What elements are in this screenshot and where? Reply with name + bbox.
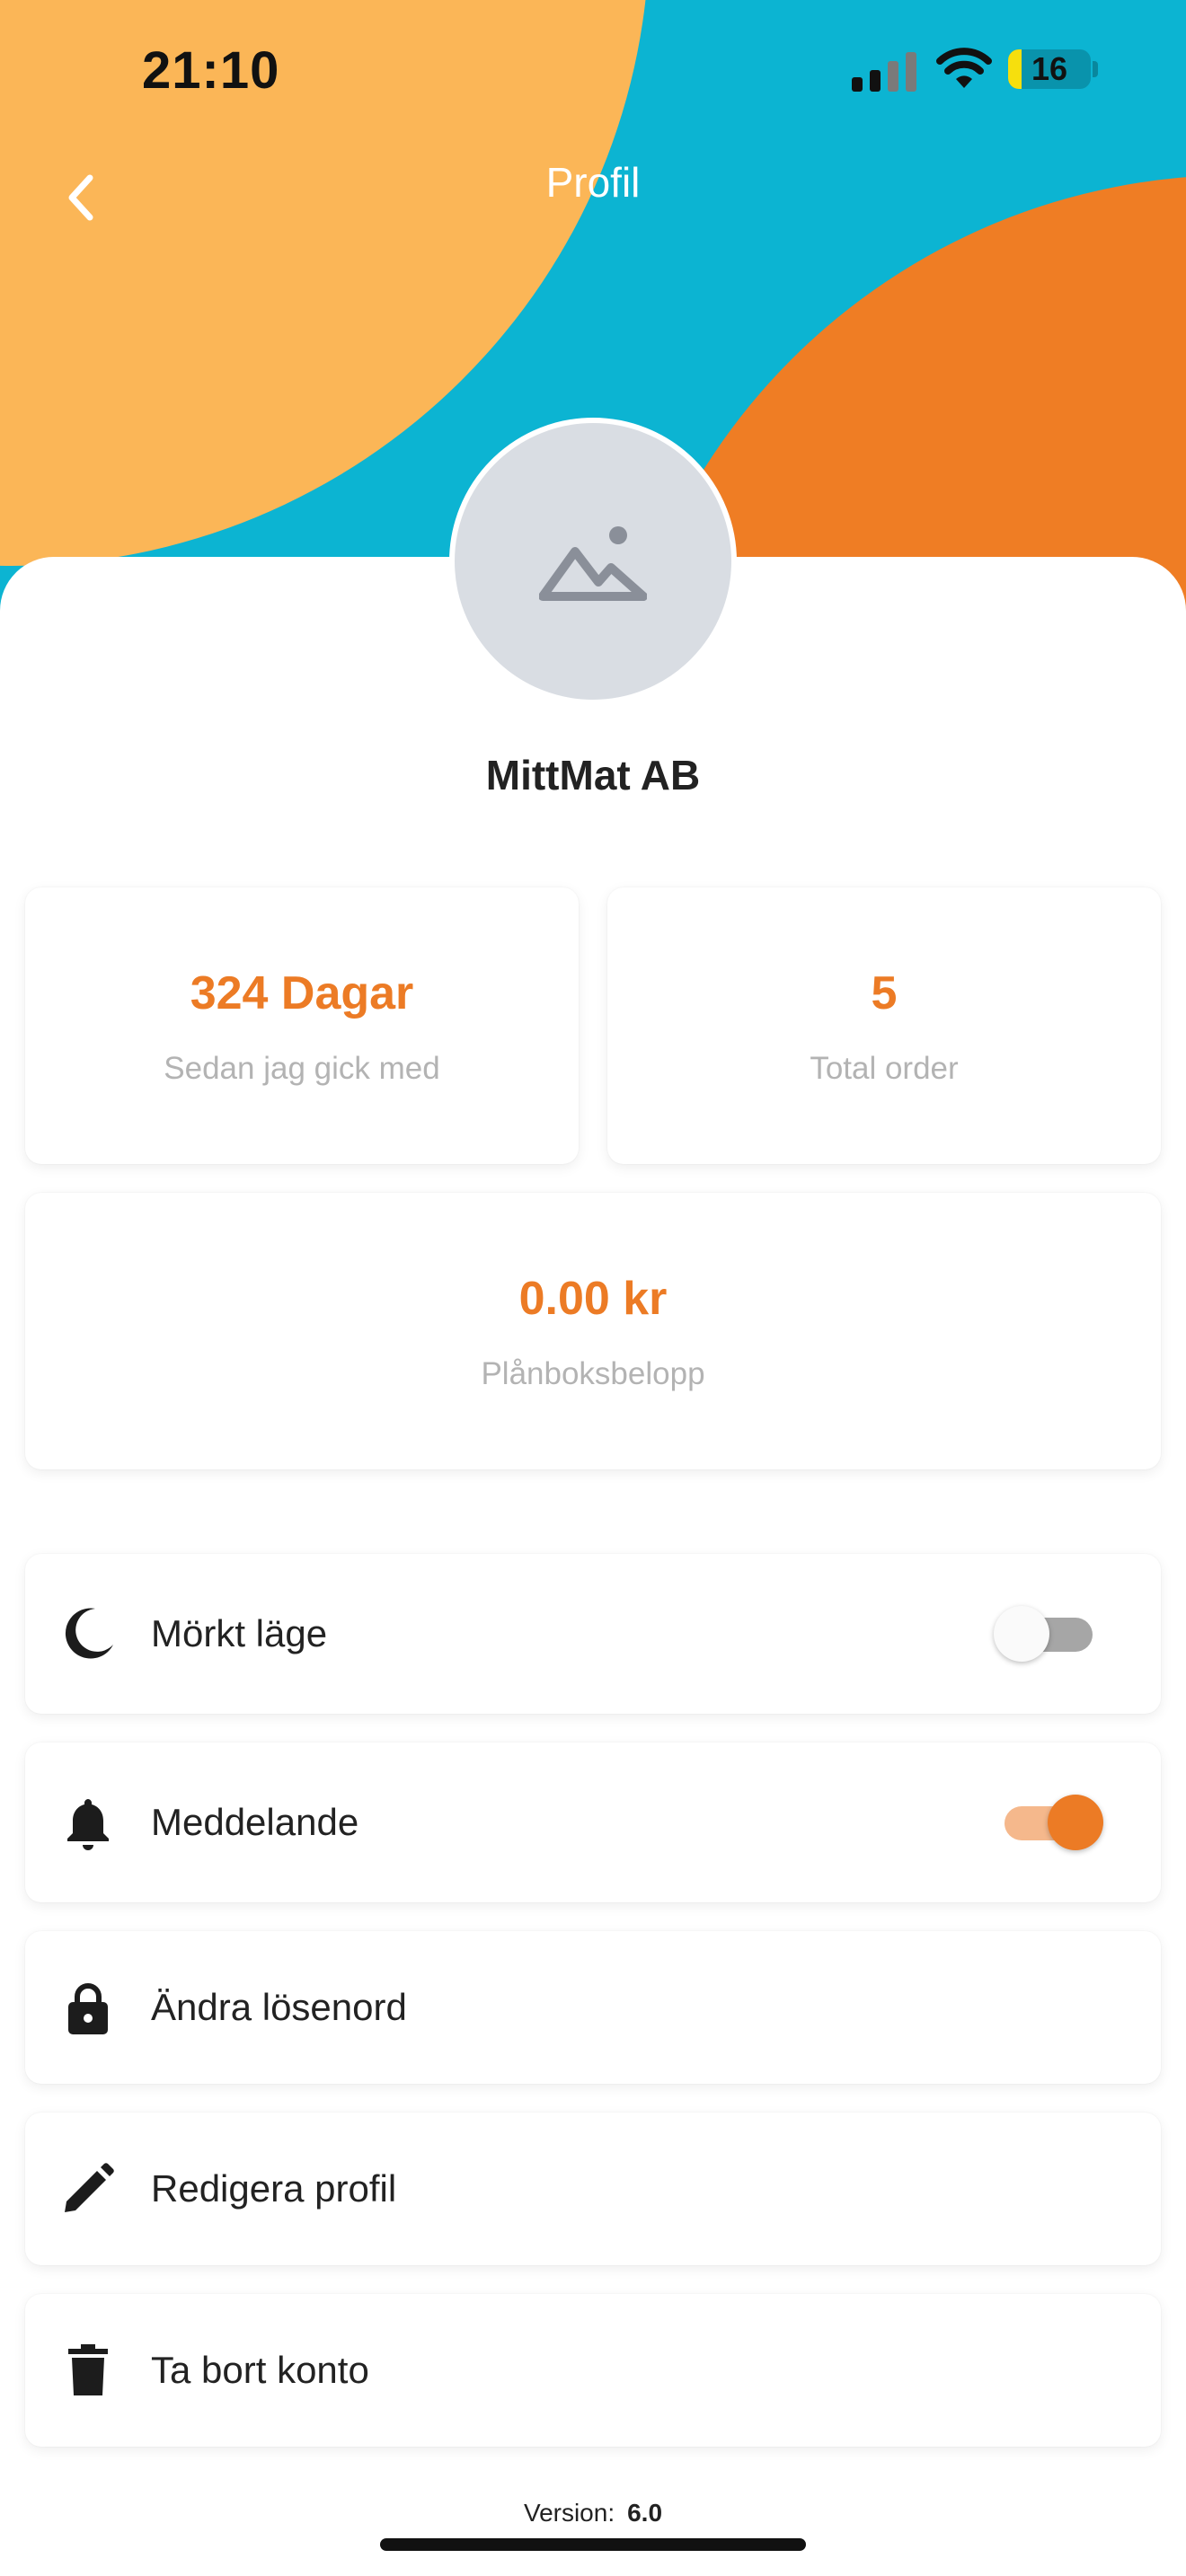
page-title: Profil xyxy=(545,159,641,206)
image-placeholder-icon xyxy=(539,526,647,601)
status-bar: 21:10 16 xyxy=(0,0,1186,144)
lock-icon xyxy=(59,1979,117,2036)
battery-indicator: 16 xyxy=(1008,49,1091,89)
bell-icon xyxy=(59,1794,117,1851)
menu-item-change-password[interactable]: Ändra lösenord xyxy=(25,1931,1161,2084)
menu-item-label: Meddelande xyxy=(151,1801,359,1843)
menu-item-delete-account[interactable]: Ta bort konto xyxy=(25,2294,1161,2447)
menu-item-edit-profile[interactable]: Redigera profil xyxy=(25,2113,1161,2265)
battery-level: 16 xyxy=(1031,50,1068,87)
dark-mode-toggle[interactable] xyxy=(994,1606,1093,1662)
menu-item-label: Ta bort konto xyxy=(151,2349,369,2391)
profile-name: MittMat AB xyxy=(485,752,701,798)
menu-item-label: Mörkt läge xyxy=(151,1612,328,1654)
menu-item-dark-mode[interactable]: Mörkt läge xyxy=(25,1554,1161,1714)
pencil-icon xyxy=(59,2160,117,2218)
stat-wallet-label: Plånboksbelopp xyxy=(481,1356,705,1391)
home-indicator xyxy=(380,2538,806,2551)
stat-card-orders: 5 Total order xyxy=(607,887,1161,1164)
menu-item-label: Ändra lösenord xyxy=(151,1986,407,2028)
stat-card-wallet: 0.00 kr Plånboksbelopp xyxy=(25,1193,1161,1469)
dark-mode-toggle-knob xyxy=(994,1606,1049,1662)
stat-orders-label: Total order xyxy=(810,1051,959,1086)
stat-card-days: 324 Dagar Sedan jag gick med xyxy=(25,887,579,1164)
stat-days-value: 324 Dagar xyxy=(190,967,414,1019)
version-value: 6.0 xyxy=(627,2499,663,2527)
stat-days-label: Sedan jag gick med xyxy=(164,1051,440,1086)
stat-wallet-value: 0.00 kr xyxy=(518,1273,668,1325)
notifications-toggle[interactable] xyxy=(1005,1795,1103,1850)
wifi-icon xyxy=(936,48,992,88)
status-time: 21:10 xyxy=(142,41,280,100)
moon-icon xyxy=(59,1605,117,1663)
avatar[interactable] xyxy=(449,418,737,705)
stat-orders-value: 5 xyxy=(871,967,898,1019)
notifications-toggle-knob xyxy=(1048,1795,1103,1850)
cellular-signal-icon xyxy=(852,52,916,92)
menu-item-notifications[interactable]: Meddelande xyxy=(25,1742,1161,1902)
battery-tip xyxy=(1093,61,1098,77)
version-label: Version: xyxy=(523,2499,615,2527)
app-version: Version: 6.0 xyxy=(0,2499,1186,2527)
trash-icon xyxy=(59,2342,117,2399)
menu-item-label: Redigera profil xyxy=(151,2167,397,2210)
